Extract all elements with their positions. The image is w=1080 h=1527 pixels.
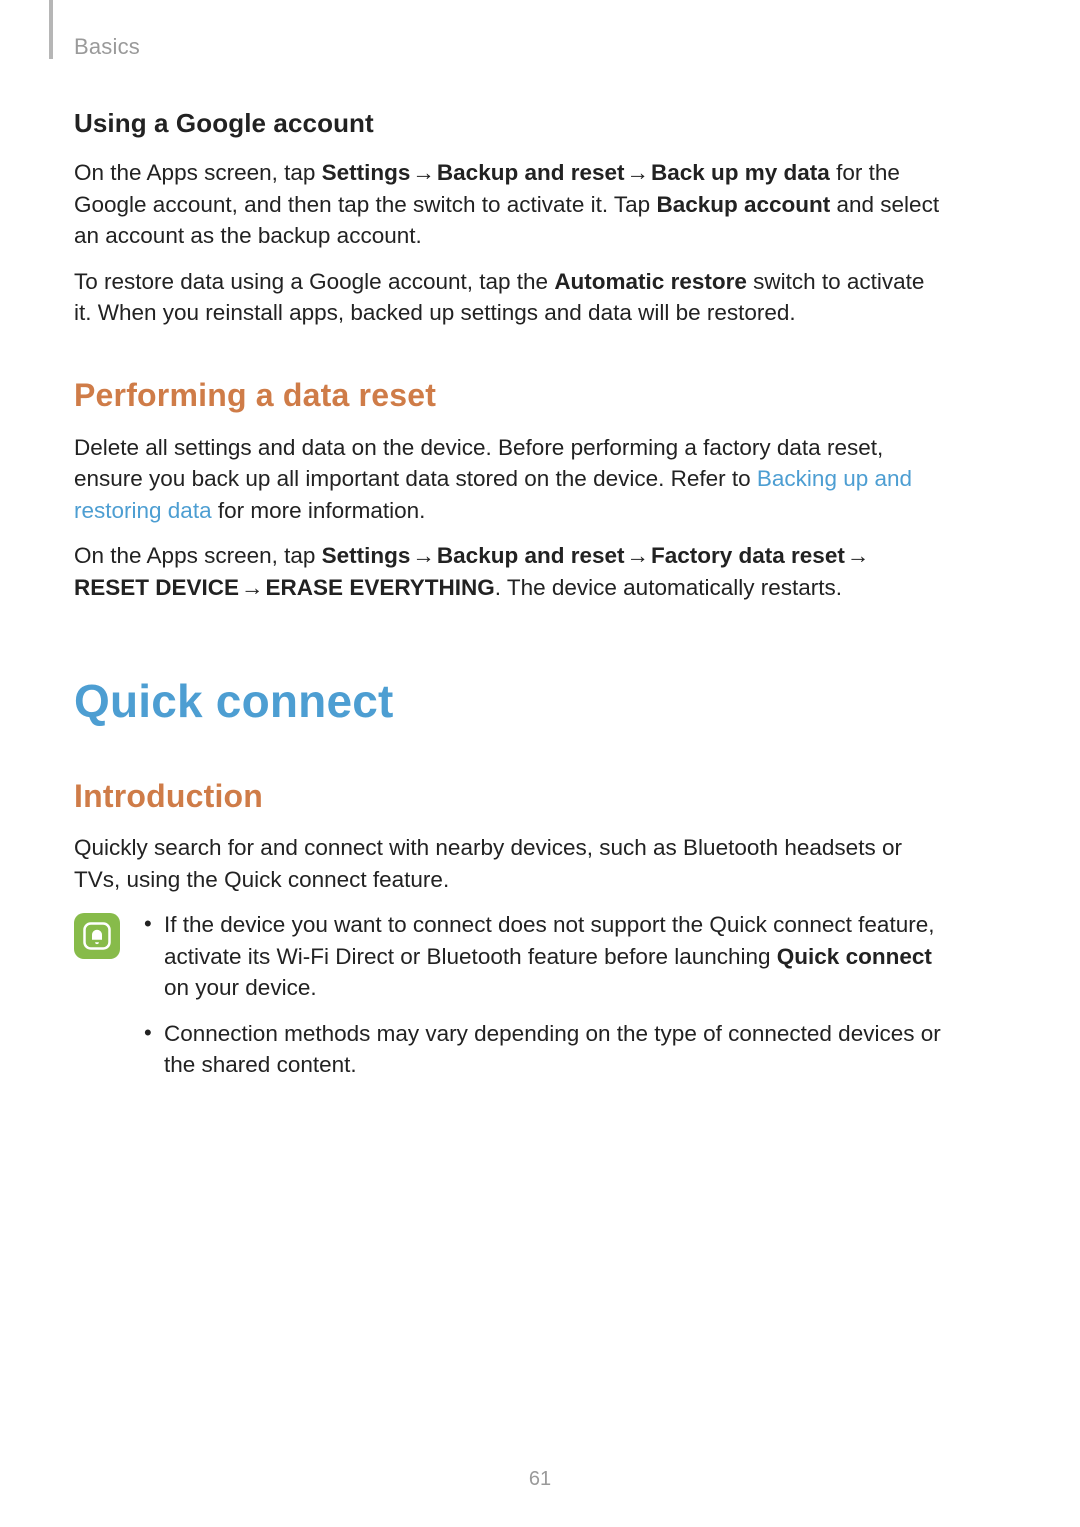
bold-reset-device: RESET DEVICE: [74, 575, 239, 600]
para-intro: Quickly search for and connect with near…: [74, 832, 944, 895]
para-reset-2: On the Apps screen, tap Settings → Backu…: [74, 540, 944, 603]
bold-factory-data-reset: Factory data reset: [651, 543, 845, 568]
para-google-1: On the Apps screen, tap Settings → Backu…: [74, 157, 944, 252]
manual-page: Basics Using a Google account On the App…: [0, 0, 1080, 1527]
bold-erase-everything: ERASE EVERYTHING: [266, 575, 495, 600]
text: . The device automatically restarts.: [495, 575, 842, 600]
text: On the Apps screen, tap: [74, 160, 322, 185]
heading-google-account: Using a Google account: [74, 105, 944, 141]
arrow-icon: →: [845, 540, 872, 572]
bold-settings: Settings: [322, 160, 411, 185]
text: Connection methods may vary depending on…: [164, 1021, 941, 1078]
note-list: If the device you want to connect does n…: [142, 909, 944, 1095]
heading-data-reset: Performing a data reset: [74, 373, 944, 418]
heading-quick-connect: Quick connect: [74, 669, 944, 733]
arrow-icon: →: [410, 157, 437, 189]
bold-back-up-my-data: Back up my data: [651, 160, 830, 185]
arrow-icon: →: [410, 540, 437, 572]
bold-backup-account: Backup account: [656, 192, 830, 217]
bold-backup-reset: Backup and reset: [437, 543, 625, 568]
heading-introduction: Introduction: [74, 774, 944, 819]
note-item-2: Connection methods may vary depending on…: [142, 1018, 944, 1081]
text: for more information.: [212, 498, 426, 523]
page-number: 61: [0, 1468, 1080, 1491]
bold-quick-connect: Quick connect: [777, 944, 932, 969]
text: On the Apps screen, tap: [74, 543, 322, 568]
arrow-icon: →: [625, 157, 652, 189]
running-header: Basics: [74, 34, 140, 60]
text: on your device.: [164, 975, 317, 1000]
note-block: If the device you want to connect does n…: [74, 909, 944, 1095]
bold-settings: Settings: [322, 543, 411, 568]
text: To restore data using a Google account, …: [74, 269, 554, 294]
bold-automatic-restore: Automatic restore: [554, 269, 747, 294]
bold-backup-reset: Backup and reset: [437, 160, 625, 185]
note-item-1: If the device you want to connect does n…: [142, 909, 944, 1004]
note-bell-icon: [74, 913, 120, 959]
header-divider: [49, 0, 53, 59]
para-reset-1: Delete all settings and data on the devi…: [74, 432, 944, 527]
para-google-2: To restore data using a Google account, …: [74, 266, 944, 329]
arrow-icon: →: [239, 572, 266, 604]
arrow-icon: →: [625, 540, 652, 572]
page-content: Using a Google account On the Apps scree…: [74, 105, 944, 1095]
